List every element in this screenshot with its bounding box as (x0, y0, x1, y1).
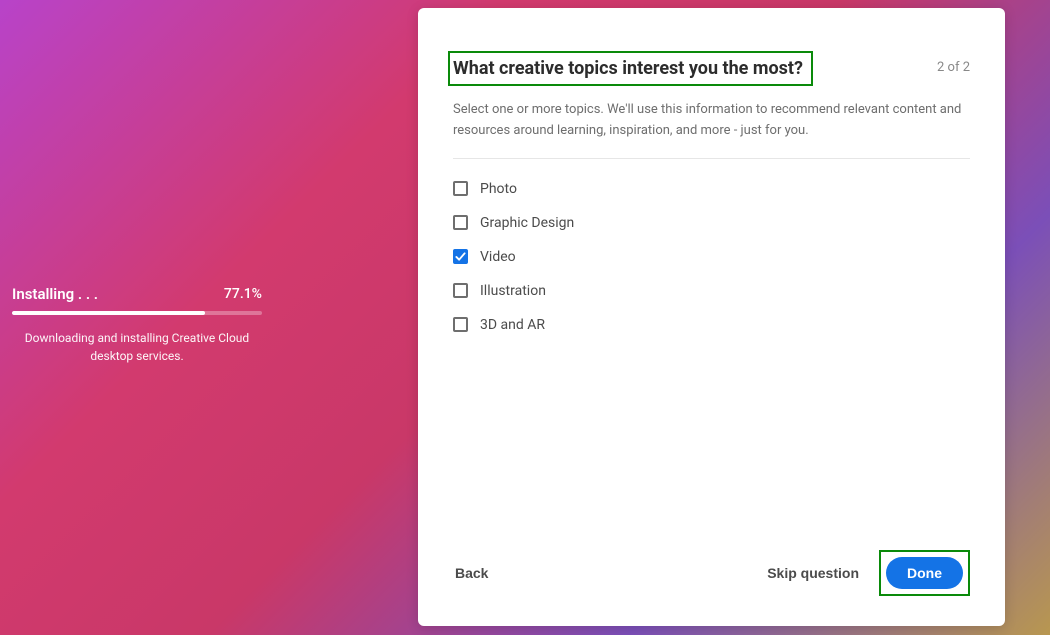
card-header: What creative topics interest you the mo… (453, 58, 970, 86)
option-row[interactable]: Graphic Design (453, 215, 970, 231)
option-label: Video (480, 249, 516, 265)
checkbox[interactable] (453, 181, 468, 196)
check-icon (455, 251, 466, 262)
checkbox[interactable] (453, 283, 468, 298)
option-label: 3D and AR (480, 317, 545, 333)
topic-options: Photo Graphic Design Video Illustration 3D a… (453, 181, 970, 333)
option-label: Illustration (480, 283, 546, 299)
option-row[interactable]: Illustration (453, 283, 970, 299)
option-row[interactable]: Photo (453, 181, 970, 197)
footer-right: Skip question Done (767, 550, 970, 596)
progress-description: Downloading and installing Creative Clou… (12, 329, 262, 365)
back-button[interactable]: Back (453, 561, 490, 585)
card-subtitle: Select one or more topics. We'll use thi… (453, 100, 970, 142)
done-button-highlight: Done (879, 550, 970, 596)
install-progress-panel: Installing . . . 77.1% Downloading and i… (12, 285, 262, 365)
progress-bar (12, 311, 262, 315)
progress-label: Installing . . . (12, 285, 98, 303)
checkbox[interactable] (453, 249, 468, 264)
option-label: Graphic Design (480, 215, 574, 231)
checkbox[interactable] (453, 215, 468, 230)
option-row[interactable]: Video (453, 249, 970, 265)
onboarding-card: What creative topics interest you the mo… (418, 8, 1005, 626)
skip-question-button[interactable]: Skip question (767, 565, 859, 581)
option-row[interactable]: 3D and AR (453, 317, 970, 333)
card-footer: Back Skip question Done (453, 550, 970, 596)
card-heading: What creative topics interest you the mo… (448, 51, 813, 86)
step-counter: 2 of 2 (937, 60, 970, 75)
done-button[interactable]: Done (886, 557, 963, 589)
progress-bar-fill (12, 311, 205, 315)
progress-percent: 77.1% (224, 286, 262, 302)
checkbox[interactable] (453, 317, 468, 332)
progress-header: Installing . . . 77.1% (12, 285, 262, 303)
option-label: Photo (480, 181, 517, 197)
divider (453, 158, 970, 159)
